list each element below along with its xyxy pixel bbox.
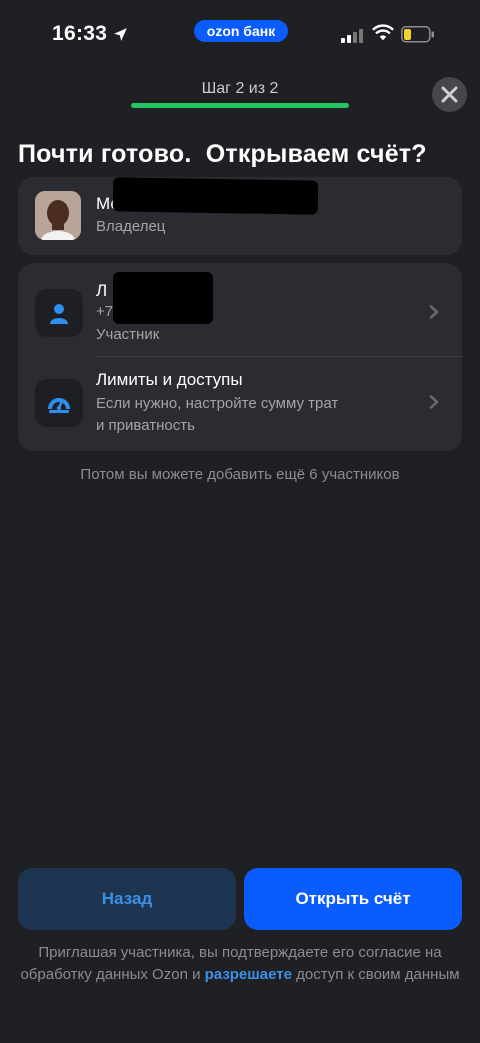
page-title: Почти готово. Открываем счёт? (18, 140, 427, 168)
member-phone: +7 (96, 303, 114, 320)
avatar (35, 191, 81, 240)
limits-title: Лимиты и доступы (96, 370, 243, 389)
speedometer-icon (48, 398, 70, 413)
step-indicator: Шаг 2 из 2 (201, 80, 279, 97)
chevron-right-icon (429, 395, 439, 409)
members-card: Л +7 Участник Лимиты и доступы Если нужн… (18, 263, 462, 451)
owner-role: Владелец (96, 218, 166, 235)
progress-bar (131, 103, 349, 108)
cellular-signal-icon (341, 29, 363, 43)
wifi-icon (372, 24, 394, 41)
add-members-hint: Потом вы можете добавить ещё 6 участнико… (80, 466, 400, 483)
member-row[interactable]: Л +7 Участник (18, 263, 462, 356)
back-button[interactable]: Назад (18, 868, 236, 930)
owner-card: Ме Владелец (18, 177, 462, 255)
chevron-right-icon (429, 305, 439, 319)
limits-description-line1: Если нужно, настройте сумму трат (96, 395, 339, 412)
app-pill[interactable]: ozon банк (194, 20, 288, 42)
footer-text-end: доступ к своим данным (291, 966, 460, 983)
permissions-link[interactable]: разрешаете (205, 966, 292, 983)
close-button[interactable] (432, 77, 467, 112)
close-icon (441, 86, 458, 103)
limits-icon-box (35, 379, 83, 427)
status-bar: 16:33 ozon банк (0, 0, 480, 70)
location-arrow-icon (114, 28, 127, 41)
member-name: Л (96, 281, 108, 300)
user-icon (50, 304, 68, 324)
open-account-button[interactable]: Открыть счёт (244, 868, 462, 930)
limits-description-line2: и приватность (96, 417, 195, 434)
member-role: Участник (96, 326, 160, 343)
redaction-mark (113, 272, 213, 324)
redaction-mark (112, 177, 319, 215)
limits-row[interactable]: Лимиты и доступы Если нужно, настройте с… (18, 357, 462, 451)
status-time: 16:33 (52, 22, 108, 45)
member-icon-box (35, 289, 83, 337)
battery-icon (401, 26, 434, 43)
consent-footer: Приглашая участника, вы подтверждаете ег… (20, 942, 460, 986)
